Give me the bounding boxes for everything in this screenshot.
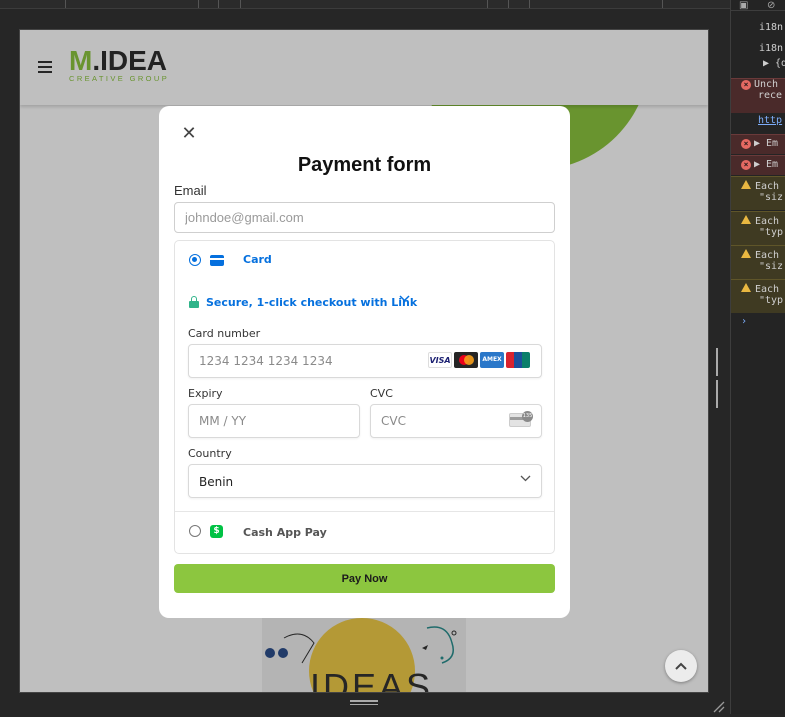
console-warning[interactable]: Each "siz [731,245,785,279]
error-icon: × [741,139,751,149]
console-warning[interactable]: Each "typ [731,279,785,313]
warning-icon [741,249,751,258]
console-error[interactable]: × Unch rece [731,78,785,113]
cashapp-radio[interactable] [189,525,201,537]
pay-now-button[interactable]: Pay Now [174,564,555,593]
warning-icon [741,215,751,224]
modal-title: Payment form [297,154,432,176]
console-warning[interactable]: Each "typ [731,211,785,245]
scroll-to-top-button[interactable] [665,650,697,682]
divider [175,511,554,512]
cashapp-label[interactable]: Cash App Pay [243,526,327,539]
unionpay-icon [506,352,530,368]
panel-resize-handle[interactable] [716,348,721,408]
console-line: i18n [759,43,784,54]
console-prompt[interactable]: › [731,316,785,327]
console-line: i18n [759,22,784,33]
console-error[interactable]: × ▶ Em [731,155,785,175]
chevron-down-icon [520,473,531,487]
close-icon[interactable]: ✕ [181,125,197,143]
warning-icon [741,180,751,189]
link-checkout-button[interactable]: Secure, 1-click checkout with Link [206,296,417,309]
console-link[interactable]: http [731,115,785,126]
error-icon: × [741,160,751,170]
browser-toolbar-strip [0,0,730,9]
sidebar-toggle-icon[interactable]: ▣ [739,0,748,11]
mastercard-icon [454,352,478,368]
cvc-card-icon: 135 [509,411,533,427]
payment-element: Card Secure, 1-click checkout with Link … [174,240,555,554]
country-label: Country [188,447,232,460]
clear-console-icon[interactable]: ⊘ [767,0,775,11]
expiry-label: Expiry [188,387,223,400]
chevron-down-icon[interactable] [399,293,410,307]
visa-icon: VISA [428,352,452,368]
credit-card-icon [210,255,224,266]
page-viewport: M.IDEA CREATIVE GROUP IDEAS ✕ Payment fo… [19,29,709,693]
lock-icon [189,296,199,308]
country-select[interactable]: Benin [188,464,542,498]
card-number-label: Card number [188,327,261,340]
bottom-resize-handle[interactable] [350,700,378,708]
corner-resize-icon[interactable] [711,698,725,713]
country-value: Benin [199,475,234,489]
devtools-toolbar: ▣ ⊘ [731,0,785,11]
email-field[interactable] [174,202,555,233]
warning-icon [741,283,751,292]
cashapp-icon: $ [210,525,223,538]
error-icon: × [741,80,751,90]
devtools-panel: ▣ ⊘ i18n i18n ▶ {d × Unch rece http × ▶ Em … [730,0,785,714]
payment-modal: ✕ Payment form Email Card Secure, 1-clic… [159,106,570,618]
card-radio[interactable] [189,254,201,266]
console-error[interactable]: × ▶ Em [731,134,785,154]
console-line[interactable]: ▶ {d [731,58,785,69]
console-warning[interactable]: Each "siz [731,176,785,210]
cvc-label: CVC [370,387,393,400]
card-tab-label[interactable]: Card [243,253,272,266]
amex-icon: AMEX [480,352,504,368]
expiry-input[interactable] [188,404,360,438]
email-label: Email [174,183,207,198]
